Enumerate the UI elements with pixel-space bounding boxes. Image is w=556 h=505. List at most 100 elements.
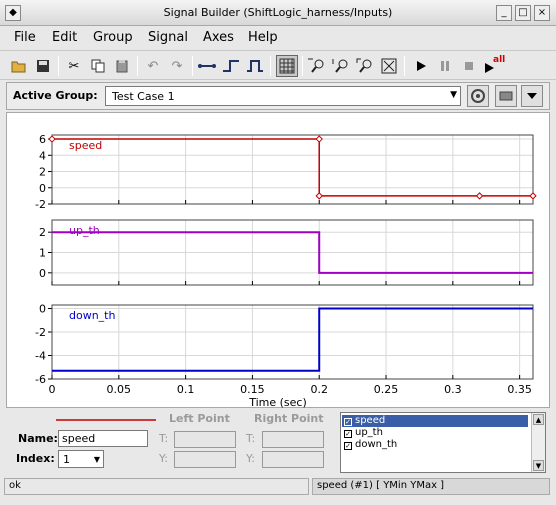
axes-frame [51,304,534,380]
signal-list-item-label: speed [355,415,386,426]
y-tick-label: 6 [39,133,46,146]
menu-axes[interactable]: Axes [203,30,234,45]
breakpoint-marker [48,135,56,143]
x-tick-label: 0 [49,383,56,396]
axes-frame [51,134,534,205]
signal-list-item-down-th[interactable]: ✓ down_th [342,439,528,451]
status-bar: ok speed (#1) [ YMin YMax ] [0,478,556,496]
menu-help[interactable]: Help [248,30,278,45]
active-group-value: Test Case 1 [112,90,175,103]
right-t-field[interactable] [262,431,324,448]
group-settings-button[interactable] [467,85,489,107]
group-menu-button[interactable] [521,85,543,107]
play-icon[interactable] [410,55,432,77]
index-label: Index: [16,452,55,465]
signal-name-input[interactable] [58,430,148,447]
name-label: Name: [18,432,58,445]
zoom-xy-icon[interactable] [354,55,376,77]
zoom-x-icon[interactable] [306,55,328,77]
signal-list[interactable]: ✓ speed ✓ up_th ✓ down_th ▲ ▼ [340,412,546,473]
open-icon[interactable] [8,55,30,77]
chevron-down-icon: ▼ [93,455,100,464]
y-tick-label: -2 [35,198,46,211]
menu-bar: File Edit Group Signal Axes Help [0,27,556,49]
toolbar: ✂ ↶ ↷ all [0,50,556,80]
left-y-field[interactable] [174,451,236,468]
pulse-icon[interactable] [244,55,266,77]
cut-icon[interactable]: ✂ [63,55,85,77]
fit-icon[interactable] [378,55,400,77]
left-t-label: T: [159,432,169,445]
close-icon[interactable]: × [534,5,550,21]
play-all-icon[interactable]: all [482,55,506,77]
undo-icon[interactable]: ↶ [142,55,164,77]
minimize-icon[interactable]: _ [496,5,512,21]
x-tick-label: 0.1 [177,383,195,396]
right-y-field[interactable] [262,451,324,468]
left-t-field[interactable] [174,431,236,448]
stop-icon[interactable] [458,55,480,77]
breakpoint-marker [475,192,484,200]
signal-list-scrollbar[interactable]: ▲ ▼ [531,413,545,472]
right-y-label: Y: [246,452,255,465]
breakpoint-marker [315,192,323,200]
zoom-y-icon[interactable] [330,55,352,77]
y-tick-label: 0 [39,182,46,195]
signal-label-speed: speed [69,139,102,152]
signal-axes-svg[interactable]: 6 4 2 0 -2 speed 2 1 0 up_th 0 -2 -4 -6 down_th 0 0.05 0.… [7,113,551,409]
x-tick-label: 0.35 [507,383,532,396]
x-axis-label: Time (sec) [248,396,307,409]
run-all-badge: all [493,55,506,65]
scroll-down-icon[interactable]: ▼ [533,460,544,471]
redo-icon[interactable]: ↷ [166,55,188,77]
active-group-label: Active Group: [13,89,98,102]
menu-file[interactable]: File [14,30,36,45]
y-tick-label: -6 [35,373,46,386]
menu-group[interactable]: Group [93,30,133,45]
status-message: ok [4,478,309,495]
copy-icon[interactable] [87,55,109,77]
signal-line-preview [56,419,156,421]
group-copy-button[interactable] [495,85,517,107]
grid-icon[interactable] [276,55,298,77]
signal-editor-panel: Left Point Right Point Name: Index: 1 ▼ … [6,410,550,474]
x-tick-label: 0.15 [240,383,265,396]
y-tick-label: 0 [39,303,46,316]
signal-line-down-th [52,307,533,372]
signal-list-item-label: down_th [355,439,398,450]
chevron-down-icon: ▼ [450,90,457,100]
y-tick-label: 2 [39,166,46,179]
menu-edit[interactable]: Edit [52,30,77,45]
right-point-header: Right Point [254,412,324,425]
right-t-label: T: [246,432,256,445]
left-point-header: Left Point [169,412,230,425]
step-icon[interactable] [220,55,242,77]
title-bar: ◆ Signal Builder (ShiftLogic_harness/Inp… [0,0,556,26]
paste-icon[interactable] [111,55,133,77]
checkbox-icon[interactable]: ✓ [344,430,352,438]
signal-index-value: 1 [63,453,70,466]
window-title: Signal Builder (ShiftLogic_harness/Input… [163,6,393,19]
signal-label-up-th: up_th [69,224,100,237]
y-tick-label: 4 [39,149,46,162]
menu-signal[interactable]: Signal [148,30,188,45]
signal-list-item-up-th[interactable]: ✓ up_th [342,427,528,439]
y-tick-label: -4 [35,350,46,363]
checkbox-icon[interactable]: ✓ [344,442,352,450]
pause-icon[interactable] [434,55,456,77]
y-tick-label: 2 [39,226,46,239]
scroll-up-icon[interactable]: ▲ [533,414,544,425]
line-icon[interactable] [196,55,218,77]
signal-plot-area[interactable]: 6 4 2 0 -2 speed 2 1 0 up_th 0 -2 -4 -6 down_th 0 0.05 0.… [6,112,551,409]
signal-label-down-th: down_th [69,309,115,322]
signal-index-select[interactable]: 1 ▼ [58,450,104,468]
x-tick-label: 0.05 [107,383,132,396]
save-icon[interactable] [32,55,54,77]
y-tick-label: -2 [35,326,46,339]
x-tick-label: 0.25 [374,383,399,396]
active-group-select[interactable]: Test Case 1 ▼ [105,86,461,106]
y-tick-label: 0 [39,267,46,280]
checkbox-icon[interactable]: ✓ [344,418,352,426]
maximize-icon[interactable]: □ [515,5,531,21]
signal-list-item-speed[interactable]: ✓ speed [342,415,528,427]
